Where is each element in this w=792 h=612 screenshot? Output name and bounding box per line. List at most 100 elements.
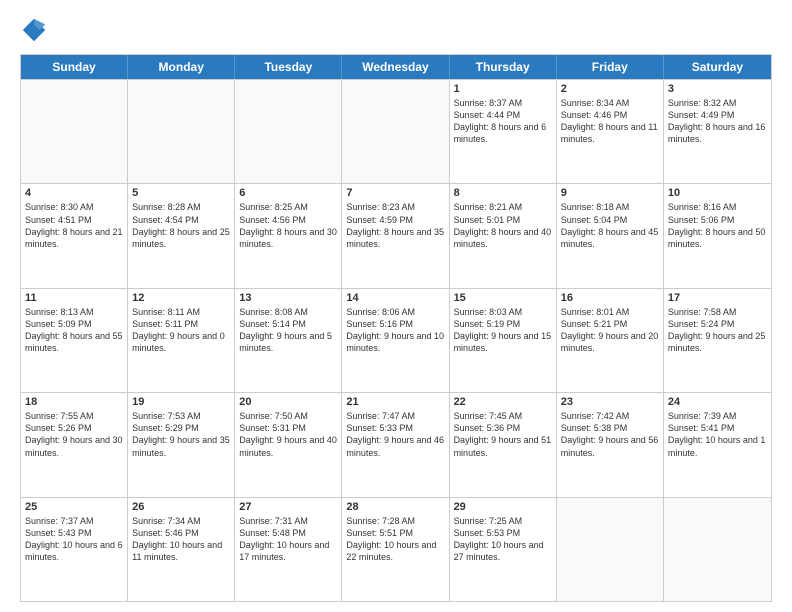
day-number: 1 <box>454 83 552 95</box>
cal-cell: 27 Sunrise: 7:31 AMSunset: 5:48 PMDayligh… <box>235 498 342 601</box>
day-header-saturday: Saturday <box>664 55 771 79</box>
cell-content: Sunrise: 7:28 AMSunset: 5:51 PMDaylight:… <box>346 515 444 564</box>
logo <box>20 16 52 44</box>
cal-cell: 23 Sunrise: 7:42 AMSunset: 5:38 PMDayligh… <box>557 393 664 496</box>
day-header-sunday: Sunday <box>21 55 128 79</box>
cell-content: Sunrise: 8:37 AMSunset: 4:44 PMDaylight:… <box>454 97 552 146</box>
day-number: 28 <box>346 501 444 513</box>
cal-cell <box>342 80 449 183</box>
day-number: 6 <box>239 187 337 199</box>
cell-content: Sunrise: 8:18 AMSunset: 5:04 PMDaylight:… <box>561 201 659 250</box>
day-header-monday: Monday <box>128 55 235 79</box>
cal-cell: 18Sunrise: 7:55 AMSunset: 5:26 PMDayligh… <box>21 393 128 496</box>
cell-content: Sunrise: 7:58 AMSunset: 5:24 PMDaylight:… <box>668 306 767 355</box>
cal-cell: 20 Sunrise: 7:50 AMSunset: 5:31 PMDayligh… <box>235 393 342 496</box>
cal-cell: 8Sunrise: 8:21 AMSunset: 5:01 PMDaylight… <box>450 184 557 287</box>
cal-cell: 6 Sunrise: 8:25 AMSunset: 4:56 PMDaylight… <box>235 184 342 287</box>
day-number: 15 <box>454 292 552 304</box>
cell-content: Sunrise: 7:42 AMSunset: 5:38 PMDaylight:… <box>561 410 659 459</box>
cell-content: Sunrise: 8:30 AMSunset: 4:51 PMDaylight:… <box>25 201 123 250</box>
day-header-wednesday: Wednesday <box>342 55 449 79</box>
day-number: 8 <box>454 187 552 199</box>
cell-content: Sunrise: 8:34 AMSunset: 4:46 PMDaylight:… <box>561 97 659 146</box>
cal-cell: 29 Sunrise: 7:25 AMSunset: 5:53 PMDayligh… <box>450 498 557 601</box>
day-number: 16 <box>561 292 659 304</box>
day-number: 11 <box>25 292 123 304</box>
cell-content: Sunrise: 8:25 AMSunset: 4:56 PMDaylight:… <box>239 201 337 250</box>
calendar-header: SundayMondayTuesdayWednesdayThursdayFrid… <box>21 55 771 79</box>
week-row-3: 11 Sunrise: 8:13 AMSunset: 5:09 PMDayligh… <box>21 288 771 392</box>
day-number: 24 <box>668 396 767 408</box>
cal-cell <box>128 80 235 183</box>
cal-cell: 24 Sunrise: 7:39 AMSunset: 5:41 PMDayligh… <box>664 393 771 496</box>
day-number: 29 <box>454 501 552 513</box>
day-number: 27 <box>239 501 337 513</box>
day-number: 19 <box>132 396 230 408</box>
day-number: 14 <box>346 292 444 304</box>
day-header-thursday: Thursday <box>450 55 557 79</box>
cell-content: Sunrise: 8:01 AMSunset: 5:21 PMDaylight:… <box>561 306 659 355</box>
cal-cell: 12 Sunrise: 8:11 AMSunset: 5:11 PMDayligh… <box>128 289 235 392</box>
logo-icon <box>20 16 48 44</box>
cell-content: Sunrise: 7:47 AMSunset: 5:33 PMDaylight:… <box>346 410 444 459</box>
day-number: 10 <box>668 187 767 199</box>
cal-cell <box>21 80 128 183</box>
cal-cell: 28 Sunrise: 7:28 AMSunset: 5:51 PMDayligh… <box>342 498 449 601</box>
cell-content: Sunrise: 7:45 AMSunset: 5:36 PMDaylight:… <box>454 410 552 459</box>
cell-content: Sunrise: 7:39 AMSunset: 5:41 PMDaylight:… <box>668 410 767 459</box>
day-number: 12 <box>132 292 230 304</box>
cell-content: Sunrise: 7:50 AMSunset: 5:31 PMDaylight:… <box>239 410 337 459</box>
cell-content: Sunrise: 8:08 AMSunset: 5:14 PMDaylight:… <box>239 306 337 355</box>
cal-cell: 1 Sunrise: 8:37 AMSunset: 4:44 PMDaylight… <box>450 80 557 183</box>
day-header-friday: Friday <box>557 55 664 79</box>
cal-cell <box>557 498 664 601</box>
cell-content: Sunrise: 8:32 AMSunset: 4:49 PMDaylight:… <box>668 97 767 146</box>
cell-content: Sunrise: 8:06 AMSunset: 5:16 PMDaylight:… <box>346 306 444 355</box>
cal-cell: 14 Sunrise: 8:06 AMSunset: 5:16 PMDayligh… <box>342 289 449 392</box>
day-number: 7 <box>346 187 444 199</box>
cal-cell: 5 Sunrise: 8:28 AMSunset: 4:54 PMDaylight… <box>128 184 235 287</box>
cal-cell: 7Sunrise: 8:23 AMSunset: 4:59 PMDaylight… <box>342 184 449 287</box>
cal-cell: 15Sunrise: 8:03 AMSunset: 5:19 PMDayligh… <box>450 289 557 392</box>
header <box>20 16 772 44</box>
day-number: 26 <box>132 501 230 513</box>
calendar: SundayMondayTuesdayWednesdayThursdayFrid… <box>20 54 772 602</box>
day-number: 22 <box>454 396 552 408</box>
day-number: 21 <box>346 396 444 408</box>
calendar-body: 1 Sunrise: 8:37 AMSunset: 4:44 PMDaylight… <box>21 79 771 601</box>
cal-cell: 4Sunrise: 8:30 AMSunset: 4:51 PMDaylight… <box>21 184 128 287</box>
cell-content: Sunrise: 8:16 AMSunset: 5:06 PMDaylight:… <box>668 201 767 250</box>
cal-cell: 13 Sunrise: 8:08 AMSunset: 5:14 PMDayligh… <box>235 289 342 392</box>
cal-cell <box>664 498 771 601</box>
day-number: 13 <box>239 292 337 304</box>
week-row-5: 25Sunrise: 7:37 AMSunset: 5:43 PMDayligh… <box>21 497 771 601</box>
day-number: 18 <box>25 396 123 408</box>
cell-content: Sunrise: 8:28 AMSunset: 4:54 PMDaylight:… <box>132 201 230 250</box>
day-number: 17 <box>668 292 767 304</box>
cell-content: Sunrise: 7:37 AMSunset: 5:43 PMDaylight:… <box>25 515 123 564</box>
cal-cell: 22 Sunrise: 7:45 AMSunset: 5:36 PMDayligh… <box>450 393 557 496</box>
cal-cell <box>235 80 342 183</box>
day-number: 23 <box>561 396 659 408</box>
day-number: 20 <box>239 396 337 408</box>
page: SundayMondayTuesdayWednesdayThursdayFrid… <box>0 0 792 612</box>
cal-cell: 10 Sunrise: 8:16 AMSunset: 5:06 PMDayligh… <box>664 184 771 287</box>
cal-cell: 2 Sunrise: 8:34 AMSunset: 4:46 PMDaylight… <box>557 80 664 183</box>
day-number: 5 <box>132 187 230 199</box>
cell-content: Sunrise: 8:13 AMSunset: 5:09 PMDaylight:… <box>25 306 123 355</box>
cal-cell: 11 Sunrise: 8:13 AMSunset: 5:09 PMDayligh… <box>21 289 128 392</box>
cell-content: Sunrise: 7:25 AMSunset: 5:53 PMDaylight:… <box>454 515 552 564</box>
cal-cell: 21 Sunrise: 7:47 AMSunset: 5:33 PMDayligh… <box>342 393 449 496</box>
cell-content: Sunrise: 7:34 AMSunset: 5:46 PMDaylight:… <box>132 515 230 564</box>
day-number: 9 <box>561 187 659 199</box>
cal-cell: 17 Sunrise: 7:58 AMSunset: 5:24 PMDayligh… <box>664 289 771 392</box>
day-number: 2 <box>561 83 659 95</box>
day-number: 3 <box>668 83 767 95</box>
cell-content: Sunrise: 8:11 AMSunset: 5:11 PMDaylight:… <box>132 306 230 355</box>
week-row-1: 1 Sunrise: 8:37 AMSunset: 4:44 PMDaylight… <box>21 79 771 183</box>
cal-cell: 25Sunrise: 7:37 AMSunset: 5:43 PMDayligh… <box>21 498 128 601</box>
cal-cell: 26 Sunrise: 7:34 AMSunset: 5:46 PMDayligh… <box>128 498 235 601</box>
cal-cell: 9 Sunrise: 8:18 AMSunset: 5:04 PMDaylight… <box>557 184 664 287</box>
cell-content: Sunrise: 7:53 AMSunset: 5:29 PMDaylight:… <box>132 410 230 459</box>
cell-content: Sunrise: 7:31 AMSunset: 5:48 PMDaylight:… <box>239 515 337 564</box>
